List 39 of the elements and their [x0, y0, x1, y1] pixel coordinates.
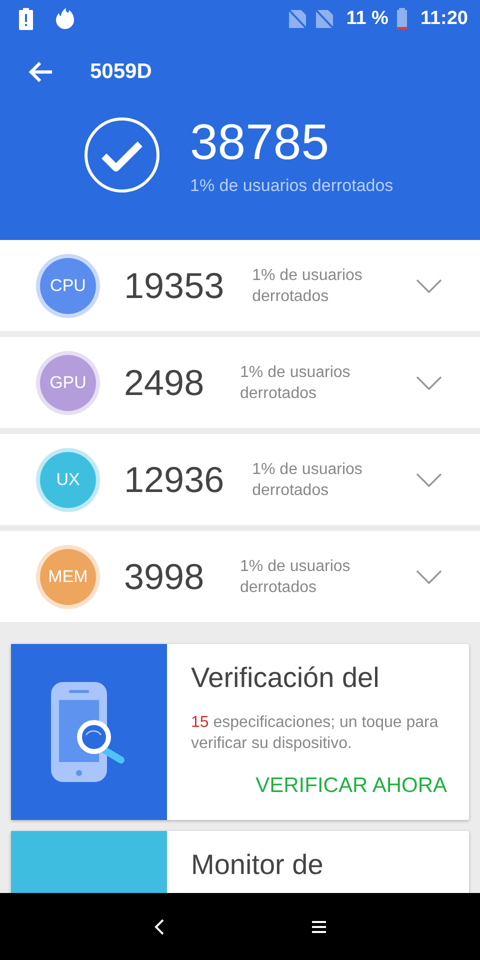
card-description: 15 especificaciones; un toque para verificar su dispositivo. [191, 713, 440, 754]
chevron-down-icon[interactable] [416, 570, 442, 584]
check-circle-icon [84, 117, 160, 193]
feature-card[interactable]: Monitor de [11, 831, 469, 893]
device-title: 5059D [90, 60, 152, 84]
total-score: 38785 [190, 114, 330, 170]
chevron-down-icon[interactable] [416, 376, 442, 390]
chevron-down-icon[interactable] [416, 472, 442, 486]
no-sim-icon [288, 9, 308, 29]
score-row[interactable]: GPU 2498 1% de usuarios derrotados [0, 337, 480, 428]
category-badge: MEM [40, 548, 96, 604]
score-row[interactable]: CPU 19353 1% de usuarios derrotados [0, 240, 480, 331]
category-badge: CPU [40, 258, 96, 314]
card-title: Monitor de [191, 849, 324, 881]
battery-alert-icon [18, 8, 34, 30]
category-caption: 1% de usuarios derrotados [240, 556, 352, 598]
battery-percent: 11 % [346, 8, 388, 30]
category-score: 3998 [124, 556, 206, 598]
clock: 11:20 [420, 8, 468, 30]
category-score: 19353 [124, 264, 224, 306]
total-caption: 1% de usuarios derrotados [190, 176, 394, 196]
score-row[interactable]: UX 12936 1% de usuarios derrotados [0, 434, 480, 525]
category-badge: UX [40, 452, 96, 508]
back-arrow-icon[interactable] [28, 61, 54, 83]
score-row[interactable]: MEM 3998 1% de usuarios derrotados [0, 531, 480, 622]
category-score: 2498 [124, 362, 206, 404]
chevron-down-icon[interactable] [416, 278, 442, 292]
flame-icon [54, 8, 76, 30]
category-caption: 1% de usuarios derrotados [240, 362, 352, 404]
no-sim-icon [315, 9, 334, 29]
battery-low-icon [396, 8, 408, 30]
back-icon[interactable] [153, 918, 165, 936]
category-caption: 1% de usuarios derrotados [252, 266, 364, 306]
category-badge: GPU [40, 354, 96, 410]
menu-icon[interactable] [311, 920, 327, 934]
feature-card[interactable]: Verificación del 15 especificaciones; un toque para verificar su dispositivo. VERIFICAR AHORA [11, 644, 469, 820]
card-title: Verificación del [191, 662, 380, 694]
category-score: 12936 [124, 458, 224, 500]
category-caption: 1% de usuarios derrotados [252, 460, 364, 500]
